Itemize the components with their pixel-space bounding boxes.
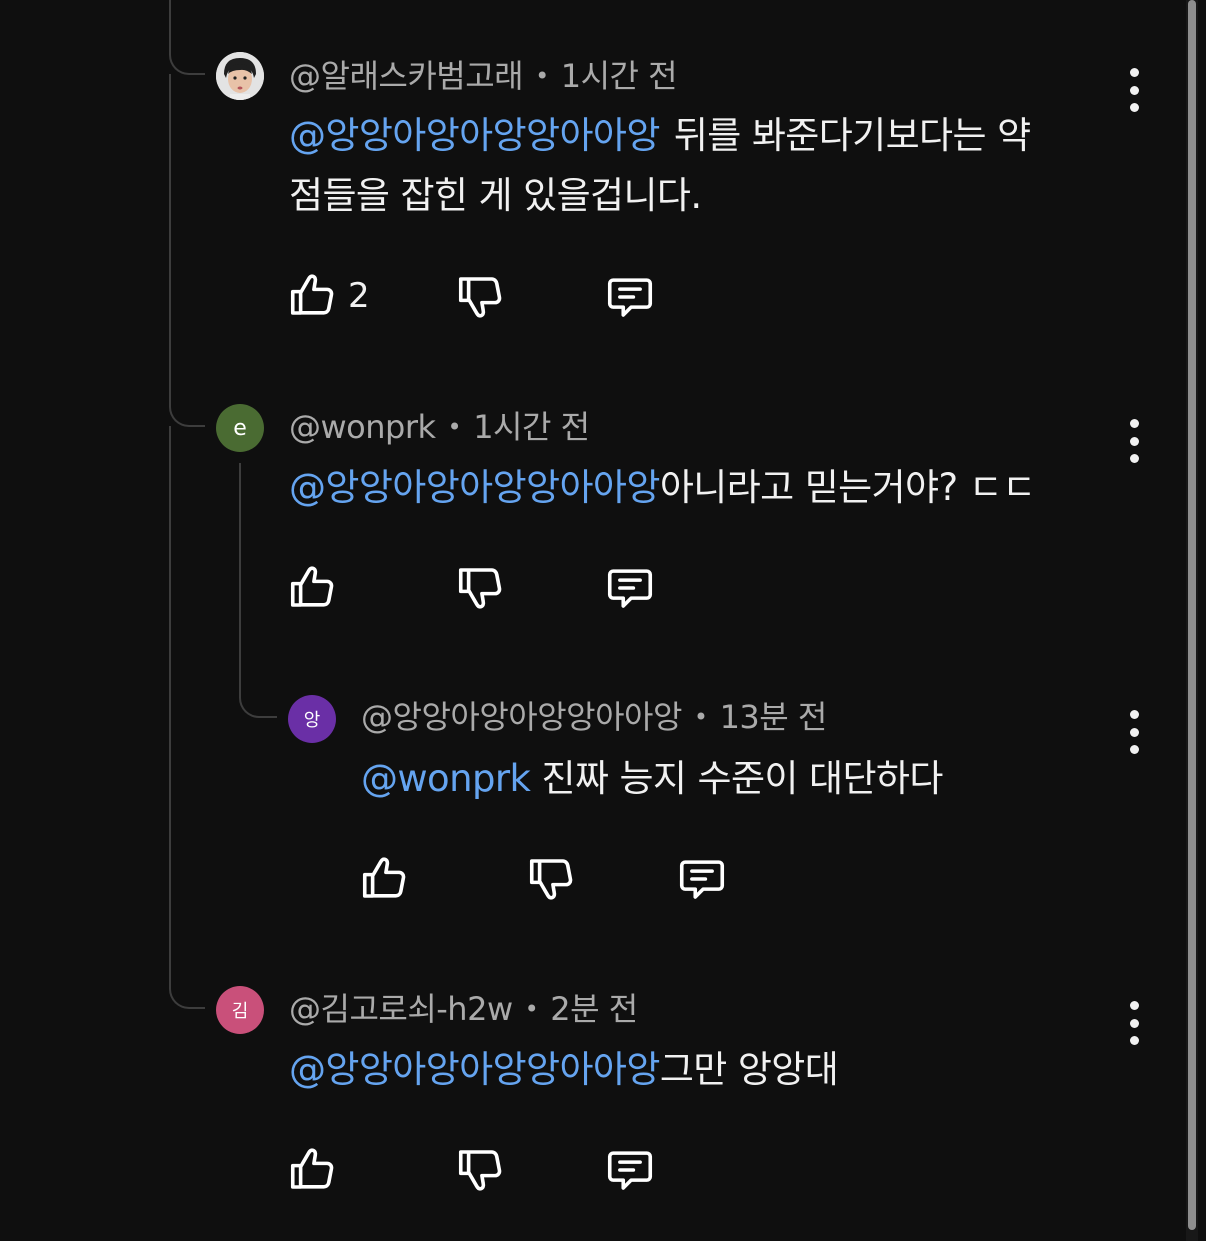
dislike-button[interactable] (454, 561, 508, 615)
avatar[interactable] (216, 52, 264, 100)
comment-body: @앙앙아앙아앙앙아아앙 뒤를 봐준다기보다는 약 점들을 잡힌 게 있을겁니다. (289, 106, 1119, 226)
thumbs-down-icon (458, 568, 502, 609)
comment-author[interactable]: @wonprk (289, 408, 436, 446)
comment-author[interactable]: @김고로쇠-h2w (289, 990, 513, 1028)
thread-line-main (169, 426, 171, 966)
mention-link[interactable]: @wonprk (361, 757, 531, 800)
reply-button[interactable] (603, 561, 657, 615)
comment-menu-button[interactable] (1119, 68, 1149, 112)
comment-meta: @알래스카범고래 • 1시간 전 (289, 56, 678, 96)
avatar[interactable]: 김 (216, 986, 264, 1034)
dislike-button[interactable] (454, 1143, 508, 1197)
reply-comment-icon (607, 278, 653, 317)
thumbs-up-icon (362, 857, 406, 898)
comment-author[interactable]: @앙앙아앙아앙앙아아앙 (361, 698, 682, 736)
thumbs-up-icon (290, 566, 334, 607)
separator-dot: • (535, 62, 549, 90)
comment-menu-button[interactable] (1119, 1001, 1149, 1045)
thumbs-down-icon (529, 859, 573, 900)
like-button[interactable] (358, 851, 412, 905)
more-vertical-icon (1129, 68, 1139, 77)
thread-connector-4 (169, 960, 205, 1009)
like-button[interactable] (286, 560, 340, 614)
thumbs-up-icon (290, 1148, 334, 1189)
dislike-button[interactable] (525, 852, 579, 906)
avatar-photo (216, 52, 264, 100)
like-count: 2 (348, 276, 370, 316)
avatar-letter: e (233, 415, 247, 441)
more-vertical-icon (1129, 1001, 1139, 1010)
comment-text: 진짜 능지 수준이 대단하다 (530, 757, 943, 800)
avatar[interactable]: 앙 (288, 695, 336, 743)
comment-time[interactable]: 2분 전 (550, 990, 638, 1028)
separator-dot: • (524, 995, 539, 1023)
reply-comment-icon (607, 1151, 653, 1190)
comment-text-line2: 점들을 잡힌 게 있을겁니다. (289, 174, 702, 217)
like-button[interactable] (286, 1142, 340, 1196)
comment-meta: @김고로쇠-h2w • 2분 전 (289, 989, 638, 1029)
reply-comment-icon (607, 569, 653, 608)
thread-connector-1 (169, 30, 205, 75)
comment-author[interactable]: @알래스카범고래 (289, 57, 524, 95)
mention-link[interactable]: @앙앙아앙아앙앙아아앙 (289, 1048, 660, 1091)
comment-menu-button[interactable] (1119, 710, 1149, 754)
comment-menu-button[interactable] (1119, 419, 1149, 463)
comment-time[interactable]: 1시간 전 (473, 408, 590, 446)
thread-connector-2 (169, 380, 205, 427)
avatar[interactable]: e (216, 404, 264, 452)
mention-link[interactable]: @앙앙아앙아앙앙아아앙 (289, 114, 660, 157)
separator-dot: • (447, 413, 462, 441)
reply-comment-icon (679, 860, 725, 899)
thread-line-main (169, 74, 171, 384)
comment-time[interactable]: 1시간 전 (561, 57, 678, 95)
scrollbar-thumb[interactable] (1188, 0, 1196, 1230)
like-button[interactable] (286, 268, 340, 322)
more-vertical-icon (1129, 419, 1139, 428)
mention-link[interactable]: @앙앙아앙아앙앙아아앙 (289, 466, 660, 509)
comment-text: 그만 앙앙대 (659, 1048, 839, 1091)
comment-thread: @알래스카범고래 • 1시간 전 @앙앙아앙아앙앙아아앙 뒤를 봐준다기보다는 약 점… (0, 0, 1206, 1241)
thread-line-nested (239, 463, 241, 663)
thumbs-down-icon (458, 1150, 502, 1191)
comment-meta: @앙앙아앙아앙앙아아앙 • 13분 전 (361, 697, 827, 737)
comment-text: 아니라고 믿는거야? ㄷㄷ (659, 466, 1036, 509)
thumbs-up-icon (290, 274, 334, 315)
comment-meta: @wonprk • 1시간 전 (289, 407, 590, 447)
comment-time[interactable]: 13분 전 (720, 698, 828, 736)
comment-text-line1: 뒤를 봐준다기보다는 약 (673, 114, 1031, 157)
reply-button[interactable] (675, 852, 729, 906)
dislike-button[interactable] (454, 270, 508, 324)
avatar-letter: 김 (231, 1001, 249, 1022)
reply-button[interactable] (603, 270, 657, 324)
more-vertical-icon (1129, 710, 1139, 719)
comment-body: @앙앙아앙아앙앙아아앙아니라고 믿는거야? ㄷㄷ (289, 458, 1119, 518)
separator-dot: • (693, 703, 708, 731)
reply-button[interactable] (603, 1143, 657, 1197)
comment-body: @앙앙아앙아앙앙아아앙그만 앙앙대 (289, 1040, 1119, 1100)
avatar-letter: 앙 (303, 710, 321, 731)
thumbs-down-icon (458, 277, 502, 318)
thread-connector-3 (239, 658, 277, 718)
comment-body: @wonprk 진짜 능지 수준이 대단하다 (361, 749, 1121, 809)
